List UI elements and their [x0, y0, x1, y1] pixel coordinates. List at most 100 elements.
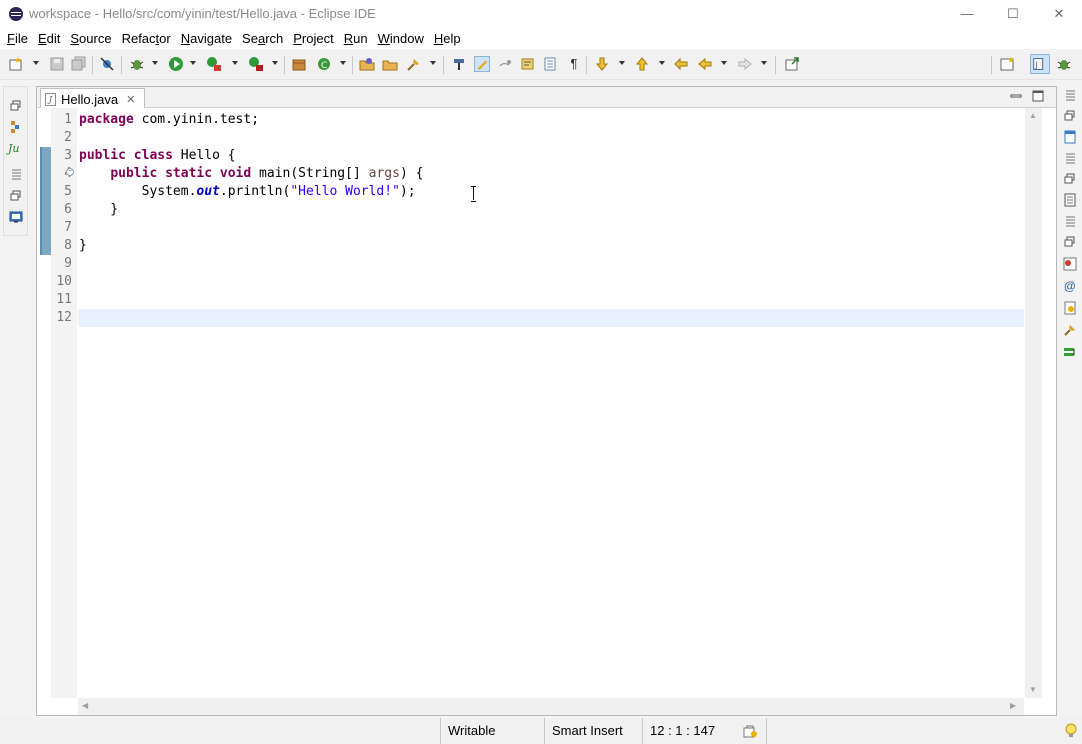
external-tools-icon[interactable]	[248, 56, 264, 72]
code-line: }	[79, 202, 119, 217]
open-task-icon[interactable]	[382, 56, 398, 72]
close-button[interactable]: ✕	[1036, 0, 1082, 27]
line-number: 11	[56, 292, 72, 307]
scroll-up-arrow-icon[interactable]: ▲	[1029, 111, 1037, 120]
menu-project[interactable]: Project	[288, 31, 338, 46]
lightbulb-icon[interactable]	[1063, 723, 1079, 739]
next-annotation-icon[interactable]	[594, 56, 610, 72]
javadoc-icon[interactable]: @	[1064, 279, 1078, 293]
next-annotation-dropdown-arrow-icon[interactable]	[619, 61, 625, 65]
new-java-class-icon[interactable]: C	[316, 56, 332, 72]
open-type-icon[interactable]	[359, 56, 375, 72]
package-explorer-icon[interactable]	[9, 120, 23, 134]
open-perspective-icon[interactable]	[1000, 56, 1016, 72]
search-view-icon[interactable]	[1063, 323, 1077, 337]
code-text: System.	[79, 184, 197, 199]
mark-occurrences-icon[interactable]	[474, 56, 490, 72]
previous-annotation-dropdown-arrow-icon[interactable]	[659, 61, 665, 65]
new-java-package-icon[interactable]	[291, 56, 307, 72]
line-number: 7	[64, 220, 72, 235]
run-dropdown-arrow-icon[interactable]	[190, 61, 196, 65]
save-all-icon[interactable]	[71, 56, 87, 72]
menu-navigate[interactable]: Navigate	[176, 31, 237, 46]
scroll-left-arrow-icon[interactable]: ◀	[82, 701, 88, 710]
horizontal-scrollbar[interactable]: ◀ ▶	[78, 698, 1024, 715]
new-icon[interactable]	[8, 56, 24, 72]
problems-view-icon[interactable]	[1063, 257, 1077, 271]
pin-editor-icon[interactable]	[784, 56, 800, 72]
outline-icon[interactable]	[1063, 88, 1077, 102]
save-icon[interactable]	[49, 56, 65, 72]
toggle-word-wrap-icon[interactable]	[520, 56, 536, 72]
last-edit-location-icon[interactable]	[673, 56, 689, 72]
task-list-icon[interactable]	[1063, 130, 1077, 144]
menu-help[interactable]: Help	[429, 31, 466, 46]
junit-icon[interactable]: Ju	[8, 142, 22, 156]
debug-dropdown-arrow-icon[interactable]	[152, 61, 158, 65]
debug-perspective-icon[interactable]	[1056, 56, 1072, 72]
status-insert-mode[interactable]: Smart Insert	[544, 718, 642, 744]
forward-dropdown-arrow-icon[interactable]	[761, 61, 767, 65]
declaration-icon[interactable]	[1063, 301, 1077, 315]
coverage-dropdown-arrow-icon[interactable]	[232, 61, 238, 65]
restore-icon[interactable]	[1063, 235, 1077, 249]
show-source-icon[interactable]	[542, 56, 558, 72]
skip-breakpoints-icon[interactable]	[99, 56, 115, 72]
tab-close-icon[interactable]: ✕	[126, 93, 135, 106]
java-perspective-icon[interactable]: J	[1030, 54, 1050, 74]
back-dropdown-arrow-icon[interactable]	[721, 61, 727, 65]
menu-window-label: indow	[389, 30, 424, 46]
menu-help-label: elp	[443, 30, 461, 46]
menu-refactor-label-pre: Refac	[121, 30, 156, 46]
back-icon[interactable]	[697, 56, 713, 72]
toggle-breadcrumb-icon[interactable]	[451, 56, 467, 72]
menu-edit[interactable]: Edit	[33, 31, 65, 46]
outline-icon[interactable]	[9, 167, 23, 181]
debug-icon[interactable]	[129, 56, 145, 72]
block-selection-icon[interactable]	[497, 56, 513, 72]
console-icon[interactable]	[9, 210, 23, 224]
show-whitespace-icon[interactable]: ¶	[566, 56, 582, 72]
minimize-view-icon[interactable]	[1010, 90, 1022, 102]
external-tools-dropdown-arrow-icon[interactable]	[272, 61, 278, 65]
code-line: }	[79, 238, 87, 253]
menu-search[interactable]: Search	[237, 31, 288, 46]
build-status-icon[interactable]	[742, 723, 758, 739]
problems-icon[interactable]	[1063, 193, 1077, 207]
search-dropdown-arrow-icon[interactable]	[430, 61, 436, 65]
new-class-dropdown-arrow-icon[interactable]	[340, 61, 346, 65]
restore-icon[interactable]	[1063, 172, 1077, 186]
new-dropdown-arrow-icon[interactable]	[33, 61, 39, 65]
menu-refactor[interactable]: Refactor	[117, 31, 176, 46]
menu-file-mnemonic: F	[7, 30, 15, 46]
minimize-button[interactable]: —	[944, 0, 990, 27]
outline-icon[interactable]	[1063, 151, 1077, 165]
menu-file[interactable]: File	[2, 31, 33, 46]
status-cursor-position[interactable]: 12 : 1 : 147	[642, 718, 736, 744]
scroll-down-arrow-icon[interactable]: ▼	[1029, 685, 1037, 694]
coverage-icon[interactable]	[206, 56, 222, 72]
menu-run[interactable]: Run	[339, 31, 373, 46]
run-icon[interactable]	[168, 56, 184, 72]
code-editor[interactable]: package com.yinin.test; public class Hel…	[78, 108, 1024, 698]
restore-icon[interactable]	[9, 189, 23, 203]
outline-icon[interactable]	[1063, 214, 1077, 228]
restore-icon[interactable]	[9, 99, 23, 113]
search-icon[interactable]	[406, 56, 422, 72]
code-text: Hello {	[172, 148, 236, 163]
fold-collapse-icon[interactable]: −	[66, 168, 74, 176]
restore-icon[interactable]	[1063, 109, 1077, 123]
scroll-right-arrow-icon[interactable]: ▶	[1010, 701, 1016, 710]
vertical-scrollbar[interactable]: ▲ ▼	[1025, 108, 1042, 698]
maximize-view-icon[interactable]	[1032, 90, 1044, 102]
line-number: 9	[64, 256, 72, 271]
keyword: package	[79, 112, 134, 127]
menu-source[interactable]: Source	[65, 31, 116, 46]
progress-view-icon[interactable]	[1063, 345, 1077, 359]
maximize-button[interactable]: ☐	[990, 0, 1036, 27]
forward-icon[interactable]	[737, 56, 753, 72]
menu-window[interactable]: Window	[373, 31, 429, 46]
tab-hello-java[interactable]: J Hello.java ✕	[40, 88, 145, 109]
previous-annotation-icon[interactable]	[634, 56, 650, 72]
